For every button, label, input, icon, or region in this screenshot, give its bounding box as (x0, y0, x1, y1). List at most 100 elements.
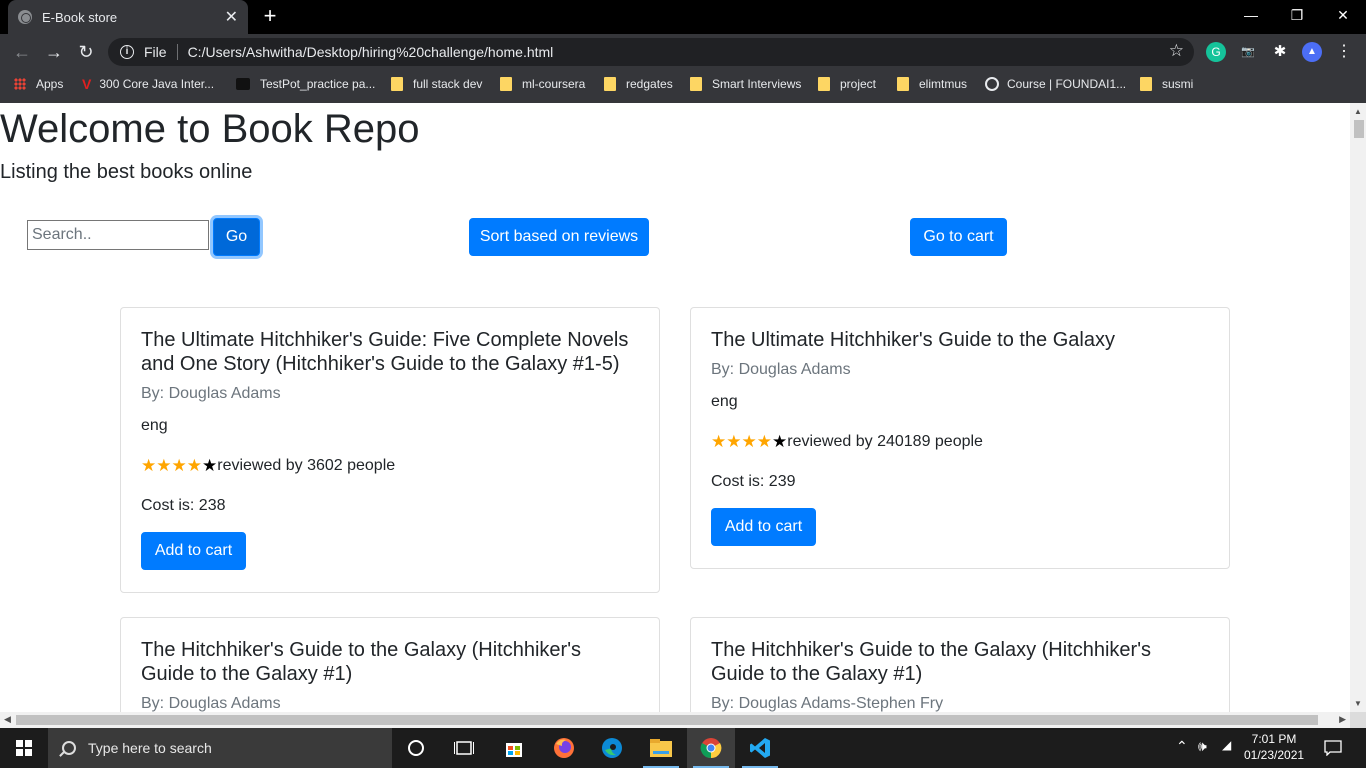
star-filled-icon: ★ (186, 456, 202, 475)
horizontal-scroll-thumb[interactable] (16, 715, 1318, 725)
forward-arrow-icon[interactable]: → (42, 40, 66, 64)
book-cost: Cost is: 238 (141, 497, 226, 514)
bookmark-label: redgates (626, 77, 673, 91)
book-card: The Hitchhiker's Guide to the Galaxy (Hi… (120, 617, 660, 712)
bookmark-label: project (840, 77, 877, 91)
restore-button[interactable]: ❐ (1274, 0, 1320, 30)
puzzle-extensions-icon[interactable]: ✱ (1270, 42, 1290, 62)
tab-close-icon[interactable]: ✕ (225, 7, 238, 27)
bookmark-label: full stack dev (413, 77, 483, 91)
bookmark-redgates[interactable]: redgates (604, 70, 673, 98)
search-input[interactable] (27, 220, 209, 250)
volume-icon[interactable]: 🕪 (1198, 738, 1207, 755)
tray-chevron-icon[interactable]: ⌃ (1176, 738, 1188, 755)
clock-date: 01/23/2021 (1244, 748, 1305, 762)
bookmark-ml-coursera[interactable]: ml-coursera (500, 70, 585, 98)
bookmark-core-java[interactable]: V 300 Core Java Inter... (82, 70, 214, 98)
bookmark-smart-interviews[interactable]: Smart Interviews (690, 70, 801, 98)
edge-icon[interactable] (588, 728, 636, 768)
notification-icon[interactable] (1310, 728, 1356, 768)
star-filled-icon: ★ (741, 432, 757, 451)
network-icon[interactable]: ◢ (1222, 738, 1231, 752)
vscode-icon[interactable] (736, 728, 784, 768)
scrollbar-corner (1350, 712, 1366, 728)
browser-tab[interactable]: E-Book store ✕ (8, 0, 248, 34)
task-view-icon[interactable] (440, 728, 488, 768)
bookmark-full-stack-dev[interactable]: full stack dev (391, 70, 482, 98)
back-arrow-icon[interactable]: ← (10, 40, 34, 64)
page-title: Welcome to Book Repo (0, 107, 420, 151)
book-author: By: Douglas Adams (141, 385, 281, 402)
browser-tab-bar: E-Book store ✕ + — ❐ ✕ (0, 0, 1366, 34)
apps-grid-icon (14, 78, 26, 90)
go-button[interactable]: Go (213, 218, 260, 256)
store-icon[interactable] (490, 728, 538, 768)
add-to-cart-button[interactable]: Add to cart (141, 532, 246, 570)
info-icon[interactable]: i (120, 45, 134, 59)
star-rating: ★ ★ ★ ★ ★ (141, 457, 217, 475)
book-language: eng (141, 417, 168, 434)
reload-icon[interactable]: ↻ (74, 40, 98, 64)
system-clock[interactable]: 7:01 PM 01/23/2021 (1244, 731, 1304, 763)
horizontal-scrollbar[interactable]: ◀ ▶ (0, 712, 1350, 728)
book-title: The Ultimate Hitchhiker's Guide to the G… (711, 329, 1115, 351)
bookmark-project[interactable]: project (818, 70, 876, 98)
folder-icon (690, 77, 702, 91)
bookmark-label: Course | FOUNDAI1... (1007, 77, 1127, 91)
sort-reviews-button[interactable]: Sort based on reviews (469, 218, 649, 256)
scroll-left-arrow-icon[interactable]: ◀ (4, 714, 11, 725)
bookmark-star-icon[interactable]: ☆ (1169, 42, 1184, 60)
windows-logo-icon (16, 740, 32, 756)
review-count: reviewed by 240189 people (787, 433, 983, 450)
book-author: By: Douglas Adams (711, 361, 851, 378)
address-url[interactable]: C:/Users/Ashwitha/Desktop/hiring%20chall… (188, 44, 554, 60)
new-tab-button[interactable]: + (258, 4, 282, 28)
book-cost: Cost is: 239 (711, 473, 796, 490)
minimize-button[interactable]: — (1228, 0, 1274, 30)
chrome-icon[interactable] (687, 728, 735, 768)
scroll-up-arrow-icon[interactable]: ▲ (1354, 107, 1362, 116)
menu-kebab-icon[interactable]: ⋮ (1334, 42, 1354, 62)
start-button[interactable] (0, 728, 48, 768)
book-rating: ★ ★ ★ ★ ★ reviewed by 240189 people (711, 432, 1209, 452)
folder-icon (604, 77, 616, 91)
profile-avatar[interactable]: ▲ (1302, 42, 1322, 62)
bookmark-susmi[interactable]: susmi (1140, 70, 1193, 98)
bookmark-course-foundai[interactable]: Course | FOUNDAI1... (985, 70, 1126, 98)
clock-time: 7:01 PM (1251, 732, 1297, 746)
folder-icon (1140, 77, 1152, 91)
windows-taskbar: Type here to search ⌃ 🕪 ◢ 7:01 PM 01/23/… (0, 728, 1366, 768)
scroll-down-arrow-icon[interactable]: ▼ (1354, 699, 1362, 708)
star-filled-icon: ★ (171, 456, 187, 475)
vertical-scroll-thumb[interactable] (1354, 120, 1364, 138)
cup-icon (236, 78, 250, 90)
taskbar-search-box[interactable]: Type here to search (48, 728, 392, 768)
vertical-scrollbar[interactable]: ▲ ▼ (1350, 103, 1366, 712)
cortana-icon[interactable] (392, 728, 440, 768)
scroll-right-arrow-icon[interactable]: ▶ (1339, 714, 1346, 725)
camera-extension-icon[interactable]: 📷 (1238, 42, 1258, 62)
address-bar[interactable]: i File C:/Users/Ashwitha/Desktop/hiring%… (108, 38, 1194, 66)
firefox-icon[interactable] (540, 728, 588, 768)
grammarly-extension-icon[interactable]: G (1206, 42, 1226, 62)
bookmark-label: elimtmus (919, 77, 968, 91)
bookmark-label: 300 Core Java Inter... (99, 77, 215, 91)
star-rating: ★ ★ ★ ★ ★ (711, 433, 787, 451)
bookmarks-bar: Apps V 300 Core Java Inter... TestPot_pra… (0, 70, 1366, 103)
file-explorer-icon[interactable] (637, 728, 685, 768)
address-scheme: File (144, 44, 167, 60)
star-filled-icon: ★ (141, 456, 157, 475)
folder-icon (897, 77, 909, 91)
star-filled-icon: ★ (726, 432, 742, 451)
go-to-cart-button[interactable]: Go to cart (910, 218, 1007, 256)
bookmark-label: ml-coursera (522, 77, 586, 91)
folder-icon (818, 77, 830, 91)
star-filled-icon: ★ (156, 456, 172, 475)
folder-icon (500, 77, 512, 91)
bookmark-testpot[interactable]: TestPot_practice pa... (236, 70, 375, 98)
bookmark-apps[interactable]: Apps (14, 70, 63, 98)
add-to-cart-button[interactable]: Add to cart (711, 508, 816, 546)
close-window-button[interactable]: ✕ (1320, 0, 1366, 30)
bookmark-elimtmus[interactable]: elimtmus (897, 70, 967, 98)
book-card: The Ultimate Hitchhiker's Guide to the G… (690, 307, 1230, 569)
